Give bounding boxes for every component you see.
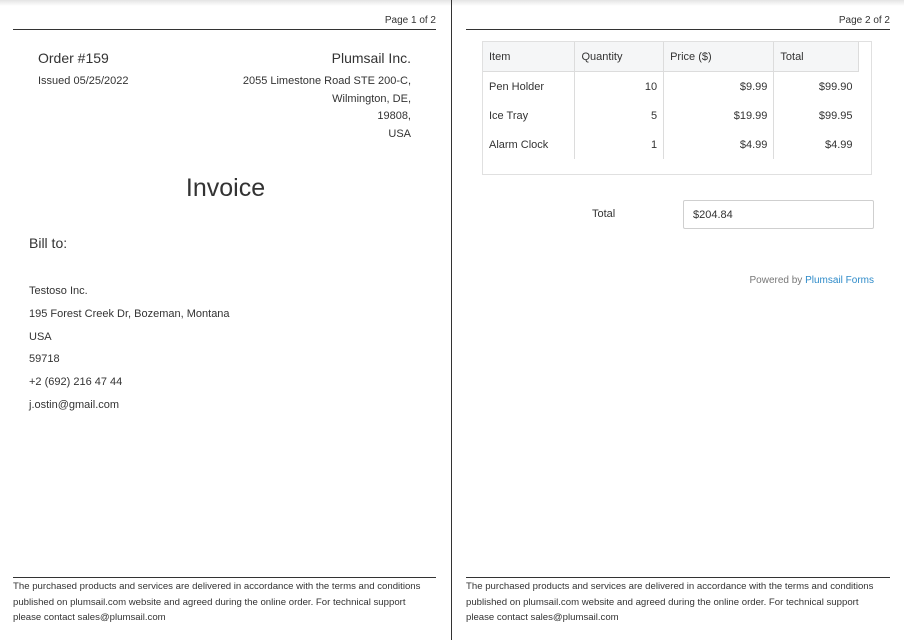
cell-quantity: 5 bbox=[574, 101, 665, 130]
bill-to-street: 195 Forest Creek Dr, Bozeman, Montana bbox=[29, 307, 230, 320]
address-line: Wilmington, DE, bbox=[332, 92, 411, 105]
bill-to-phone: +2 (692) 216 47 44 bbox=[29, 376, 123, 389]
column-header-quantity: Quantity bbox=[574, 42, 665, 72]
table-header-row: Item Quantity Price ($) Total bbox=[483, 42, 859, 72]
footer-terms: The purchased products and services are … bbox=[466, 581, 874, 623]
cell-total: $4.99 bbox=[824, 138, 853, 151]
footer-rule bbox=[13, 577, 436, 578]
header-rule bbox=[466, 29, 890, 30]
address-line: 19808, bbox=[377, 110, 411, 122]
bill-to-heading: Bill to: bbox=[29, 235, 68, 251]
company-address: 2055 Limestone Road STE 200-C, Wilmingto… bbox=[221, 73, 411, 143]
bill-to-zip: 59718 bbox=[29, 353, 60, 366]
cell-item: Alarm Clock bbox=[483, 130, 576, 159]
bill-to-email: j.ostin@gmail.com bbox=[29, 398, 120, 411]
page-number: Page 2 of 2 bbox=[838, 15, 890, 26]
invoice-page-2: Page 2 of 2 Item Quantity Price ($) Tota… bbox=[452, 0, 904, 640]
powered-by-text: Powered by bbox=[749, 275, 803, 286]
table-row: Pen Holder 10 $9.99 $99.90 bbox=[483, 71, 859, 101]
header-rule bbox=[13, 29, 436, 30]
cell-quantity: 1 bbox=[574, 130, 665, 159]
issued-date: Issued 05/25/2022 bbox=[38, 75, 129, 87]
cell-price: $4.99 bbox=[663, 130, 775, 159]
plumsail-forms-link[interactable]: Plumsail Forms bbox=[805, 275, 874, 286]
column-header-price: Price ($) bbox=[663, 42, 775, 72]
bill-to-country: USA bbox=[29, 330, 52, 343]
bill-to-name: Testoso Inc. bbox=[29, 285, 88, 297]
address-line: 2055 Limestone Road STE 200-C, bbox=[242, 75, 411, 87]
invoice-page-1: Page 1 of 2 Order #159 Issued 05/25/2022… bbox=[0, 0, 452, 640]
order-number: Order #159 bbox=[38, 50, 109, 66]
footer-rule bbox=[466, 577, 890, 578]
page-number: Page 1 of 2 bbox=[384, 15, 436, 26]
items-table: Item Quantity Price ($) Total Pen Holder… bbox=[482, 41, 872, 175]
total-field[interactable] bbox=[683, 200, 874, 229]
cell-price: $9.99 bbox=[663, 71, 775, 101]
cell-total: $99.95 bbox=[818, 109, 853, 122]
powered-by: Powered by Plumsail Forms bbox=[750, 275, 875, 286]
column-header-item: Item bbox=[483, 42, 576, 72]
cell-item: Pen Holder bbox=[483, 71, 576, 101]
table-row: Alarm Clock 1 $4.99 $4.99 bbox=[483, 130, 859, 159]
column-header-total: Total bbox=[773, 42, 859, 72]
bill-to-details: Testoso Inc. 195 Forest Creek Dr, Bozema… bbox=[29, 284, 230, 421]
cell-item: Ice Tray bbox=[483, 101, 576, 130]
footer-terms: The purchased products and services are … bbox=[13, 581, 421, 623]
cell-quantity: 10 bbox=[574, 71, 665, 101]
total-label: Total bbox=[592, 208, 616, 220]
invoice-title: Invoice bbox=[185, 174, 266, 202]
cell-total: $99.90 bbox=[818, 80, 853, 93]
cell-price: $19.99 bbox=[663, 101, 775, 130]
table-row: Ice Tray 5 $19.99 $99.95 bbox=[483, 101, 859, 130]
company-name: Plumsail Inc. bbox=[331, 50, 411, 66]
address-line: USA bbox=[388, 127, 411, 140]
